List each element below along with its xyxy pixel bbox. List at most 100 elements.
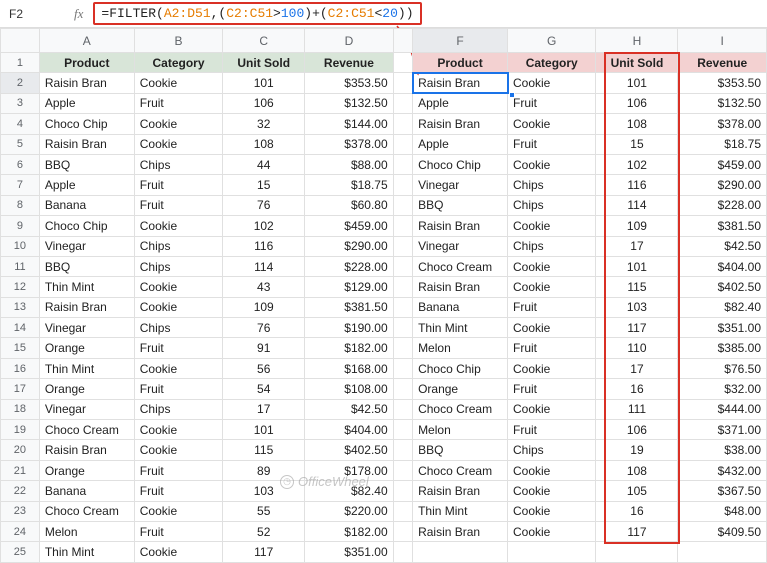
cell[interactable]: 109	[596, 216, 678, 236]
cell[interactable]: Melon	[39, 521, 134, 541]
cell[interactable]: $378.00	[678, 114, 767, 134]
cell[interactable]: Raisin Bran	[413, 73, 508, 93]
cell[interactable]: 102	[596, 154, 678, 174]
header-right-0[interactable]: Product	[413, 53, 508, 73]
cell[interactable]: $220.00	[305, 501, 393, 521]
cell[interactable]: Thin Mint	[413, 318, 508, 338]
cell[interactable]: Vinegar	[39, 318, 134, 338]
cell[interactable]: $459.00	[678, 154, 767, 174]
cell[interactable]: 103	[223, 481, 305, 501]
cell[interactable]: Fruit	[134, 521, 222, 541]
cell[interactable]: Chips	[134, 256, 222, 276]
cell[interactable]: Fruit	[508, 93, 596, 113]
cell[interactable]: Melon	[413, 338, 508, 358]
cell[interactable]	[508, 542, 596, 562]
cell[interactable]: Cookie	[134, 440, 222, 460]
cell[interactable]: Choco Cream	[39, 501, 134, 521]
col-header-B[interactable]: B	[134, 29, 222, 53]
cell[interactable]: Chips	[508, 195, 596, 215]
row-header-3[interactable]: 3	[1, 93, 40, 113]
cell[interactable]: 43	[223, 277, 305, 297]
cell[interactable]: 105	[596, 481, 678, 501]
cell[interactable]: Orange	[39, 460, 134, 480]
cell[interactable]: Apple	[413, 134, 508, 154]
cell[interactable]: $82.40	[305, 481, 393, 501]
row-header-7[interactable]: 7	[1, 175, 40, 195]
cell[interactable]: 114	[223, 256, 305, 276]
row-header-10[interactable]: 10	[1, 236, 40, 256]
cell-gap[interactable]	[393, 440, 412, 460]
cell[interactable]: $381.50	[305, 297, 393, 317]
cell[interactable]: 106	[223, 93, 305, 113]
row-header-15[interactable]: 15	[1, 338, 40, 358]
cell[interactable]: $168.00	[305, 358, 393, 378]
cell[interactable]: Fruit	[508, 420, 596, 440]
cell[interactable]: 108	[596, 460, 678, 480]
cell[interactable]: $228.00	[678, 195, 767, 215]
cell[interactable]: Raisin Bran	[413, 277, 508, 297]
cell[interactable]: Raisin Bran	[39, 440, 134, 460]
cell[interactable]: $144.00	[305, 114, 393, 134]
cell-gap[interactable]	[393, 501, 412, 521]
cell[interactable]: $42.50	[305, 399, 393, 419]
cell[interactable]: Fruit	[508, 297, 596, 317]
cell[interactable]: Choco Chip	[413, 358, 508, 378]
cell[interactable]: $182.00	[305, 521, 393, 541]
cell[interactable]: 16	[596, 501, 678, 521]
cell[interactable]: Banana	[39, 195, 134, 215]
row-header-22[interactable]: 22	[1, 481, 40, 501]
cell[interactable]: Cookie	[134, 134, 222, 154]
cell[interactable]: 117	[223, 542, 305, 562]
row-header-5[interactable]: 5	[1, 134, 40, 154]
cell-gap[interactable]	[393, 358, 412, 378]
header-main-0[interactable]: Product	[39, 53, 134, 73]
cell[interactable]: 56	[223, 358, 305, 378]
cell-gap[interactable]	[393, 256, 412, 276]
cell[interactable]: $353.50	[305, 73, 393, 93]
cell[interactable]: $432.00	[678, 460, 767, 480]
col-header-C[interactable]: C	[223, 29, 305, 53]
cell[interactable]: Cookie	[134, 114, 222, 134]
cell[interactable]: 114	[596, 195, 678, 215]
cell-gap[interactable]	[393, 521, 412, 541]
cell[interactable]: $32.00	[678, 379, 767, 399]
cell[interactable]: 17	[223, 399, 305, 419]
cell[interactable]: $402.50	[678, 277, 767, 297]
cell[interactable]: Thin Mint	[39, 542, 134, 562]
row-header-2[interactable]: 2	[1, 73, 40, 93]
cell[interactable]: Melon	[413, 420, 508, 440]
cell[interactable]: 115	[223, 440, 305, 460]
cell-gap[interactable]	[393, 379, 412, 399]
cell[interactable]: $88.00	[305, 154, 393, 174]
cell[interactable]: Cookie	[508, 73, 596, 93]
cell[interactable]	[596, 542, 678, 562]
col-header-G[interactable]: G	[508, 29, 596, 53]
cell[interactable]: 116	[223, 236, 305, 256]
row-header-11[interactable]: 11	[1, 256, 40, 276]
cell[interactable]: Fruit	[134, 481, 222, 501]
row-header-19[interactable]: 19	[1, 420, 40, 440]
cell[interactable]: $404.00	[305, 420, 393, 440]
cell-gap[interactable]	[393, 73, 412, 93]
cell[interactable]: Thin Mint	[39, 358, 134, 378]
cell[interactable]: Choco Chip	[39, 114, 134, 134]
cell[interactable]: Cookie	[508, 399, 596, 419]
row-header-14[interactable]: 14	[1, 318, 40, 338]
cell[interactable]: Cookie	[508, 114, 596, 134]
col-header-F[interactable]: F	[413, 29, 508, 53]
cell-gap[interactable]	[393, 134, 412, 154]
header-main-1[interactable]: Category	[134, 53, 222, 73]
cell[interactable]: Fruit	[134, 460, 222, 480]
cell[interactable]: 110	[596, 338, 678, 358]
cell[interactable]: Choco Cream	[413, 460, 508, 480]
cell-gap[interactable]	[393, 420, 412, 440]
col-header-E[interactable]	[393, 29, 412, 53]
cell[interactable]: 102	[223, 216, 305, 236]
row-header-1[interactable]: 1	[1, 53, 40, 73]
cell[interactable]: $76.50	[678, 358, 767, 378]
cell[interactable]: Cookie	[508, 154, 596, 174]
cell[interactable]: Cookie	[508, 318, 596, 338]
cell-gap[interactable]	[393, 318, 412, 338]
cell[interactable]: 109	[223, 297, 305, 317]
cell[interactable]: Cookie	[508, 216, 596, 236]
